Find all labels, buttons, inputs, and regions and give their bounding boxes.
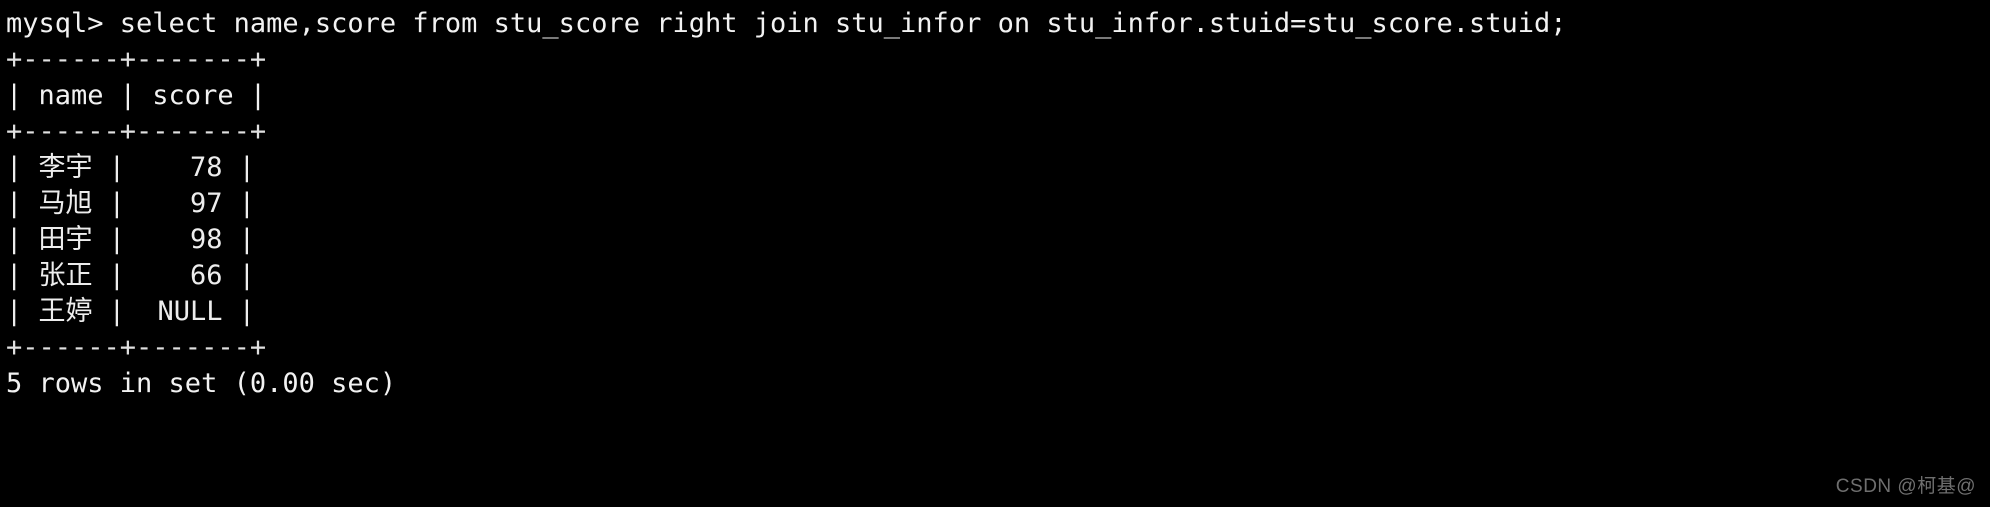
mysql-prompt-command-line: mysql> select name,score from stu_score …: [6, 8, 1567, 39]
query-status-line: 5 rows in set (0.00 sec): [6, 368, 397, 399]
result-table-header-separator: +------+-------+: [6, 116, 267, 147]
terminal-window[interactable]: mysql> select name,score from stu_score …: [0, 0, 1990, 507]
result-table-bottom-border: +------+-------+: [6, 332, 267, 363]
csdn-watermark: CSDN @柯基@: [1835, 476, 1976, 497]
table-row: | 王婷 | NULL |: [6, 296, 256, 327]
result-table-top-border: +------+-------+: [6, 44, 267, 75]
table-row: | 李宇 | 78 |: [6, 152, 256, 183]
table-row: | 张正 | 66 |: [6, 260, 256, 291]
table-row: | 马旭 | 97 |: [6, 188, 256, 219]
table-row: | 田宇 | 98 |: [6, 224, 256, 255]
result-table-header-row: | name | score |: [6, 80, 267, 111]
